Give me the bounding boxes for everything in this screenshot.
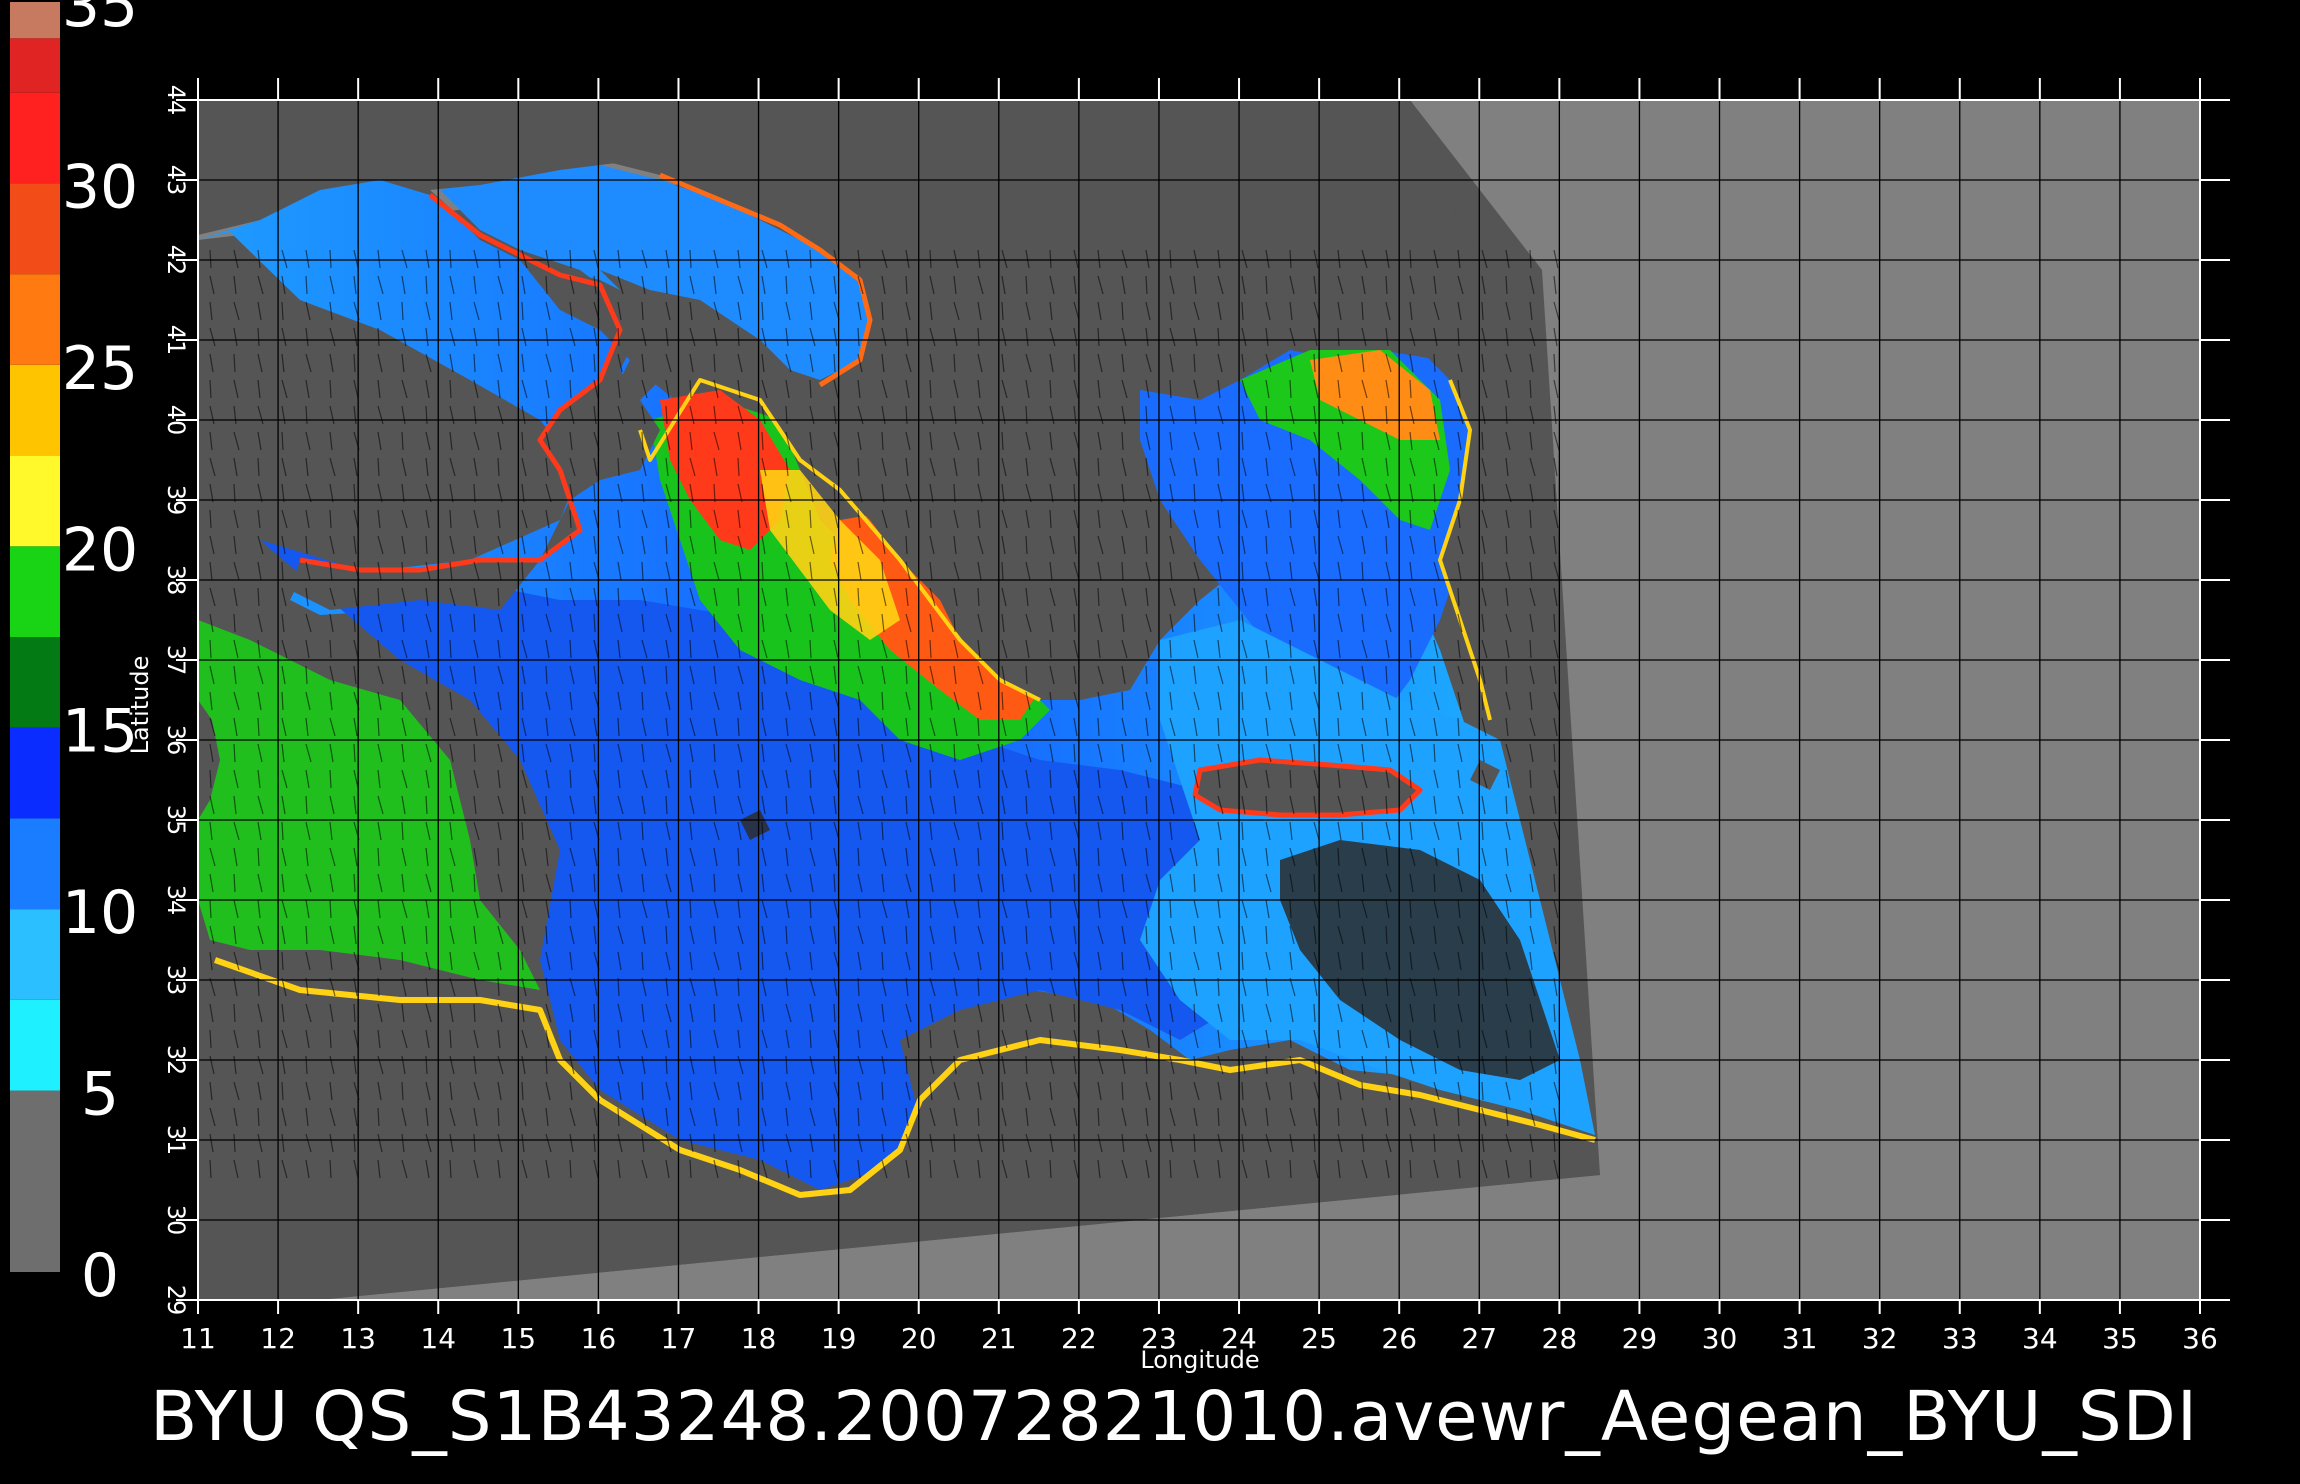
colorbar-segment bbox=[10, 999, 60, 1091]
footer-title: BYU QS_S1B43248.20072821010.avewr_Aegean… bbox=[150, 1377, 2199, 1457]
longitude-tick-label: 16 bbox=[581, 1322, 617, 1355]
longitude-tick-label: 18 bbox=[741, 1322, 777, 1355]
longitude-tick-label: 31 bbox=[1782, 1322, 1818, 1355]
latitude-tick-label: 38 bbox=[162, 565, 190, 596]
colorbar-tick-label: 10 bbox=[62, 878, 138, 948]
latitude-tick-label: 39 bbox=[162, 485, 190, 516]
longitude-tick-label: 19 bbox=[821, 1322, 857, 1355]
longitude-tick-label: 30 bbox=[1702, 1322, 1738, 1355]
wind-map-svg: 0 5 10 15 20 25 30 35 11 12 13 14 15 16 17 18 1… bbox=[10, 0, 2230, 1374]
colorbar-tick-label: 35 bbox=[62, 0, 138, 41]
colorbar-segment bbox=[10, 546, 60, 637]
longitude-tick-label: 36 bbox=[2182, 1322, 2218, 1355]
longitude-tick-label: 15 bbox=[500, 1322, 536, 1355]
latitude-tick-label: 35 bbox=[162, 805, 190, 836]
colorbar-segment bbox=[10, 637, 60, 728]
longitude-tick-label: 34 bbox=[2022, 1322, 2058, 1355]
latitude-tick-label: 31 bbox=[162, 1125, 190, 1156]
map-figure: 0 5 10 15 20 25 30 35 11 12 13 14 15 16 … bbox=[0, 0, 2300, 1480]
colorbar-segment bbox=[10, 92, 60, 184]
latitude-tick-label: 41 bbox=[162, 325, 190, 356]
longitude-tick-label: 25 bbox=[1301, 1322, 1337, 1355]
colorbar-tick-label: 25 bbox=[62, 334, 138, 404]
latitude-tick-label: 42 bbox=[162, 245, 190, 276]
longitude-tick-label: 21 bbox=[981, 1322, 1017, 1355]
colorbar: 05101520253035 bbox=[10, 0, 138, 1311]
colorbar-tick-label: 30 bbox=[62, 152, 138, 222]
colorbar-segment bbox=[10, 38, 60, 93]
colorbar-segment bbox=[10, 909, 60, 1000]
colorbar-segment bbox=[10, 727, 60, 819]
latitude-tick-label: 32 bbox=[162, 1045, 190, 1076]
longitude-tick-label: 11 bbox=[180, 1322, 216, 1355]
longitude-tick-label: 35 bbox=[2102, 1322, 2138, 1355]
colorbar-tick-label: 5 bbox=[81, 1060, 119, 1130]
longitude-tick-label: 29 bbox=[1622, 1322, 1658, 1355]
colorbar-segment bbox=[10, 455, 60, 547]
latitude-tick-label: 30 bbox=[162, 1205, 190, 1236]
y-axis-label: Latitude bbox=[126, 656, 154, 755]
latitude-tick-label: 34 bbox=[162, 885, 190, 916]
longitude-tick-label: 14 bbox=[420, 1322, 456, 1355]
colorbar-segment bbox=[10, 1090, 60, 1272]
longitude-tick-label: 28 bbox=[1542, 1322, 1578, 1355]
latitude-tick-label: 43 bbox=[162, 165, 190, 196]
longitude-tick-label: 12 bbox=[260, 1322, 296, 1355]
colorbar-segment bbox=[10, 2, 60, 39]
colorbar-segment bbox=[10, 274, 60, 365]
longitude-tick-label: 33 bbox=[1942, 1322, 1978, 1355]
colorbar-segment bbox=[10, 364, 60, 456]
longitude-tick-label: 20 bbox=[901, 1322, 937, 1355]
longitude-tick-label: 22 bbox=[1061, 1322, 1097, 1355]
longitude-tick-label: 27 bbox=[1461, 1322, 1497, 1355]
latitude-tick-label: 44 bbox=[162, 85, 190, 116]
plot-area bbox=[198, 100, 2200, 1300]
latitude-tick-labels: 29 30 31 32 33 34 35 36 37 38 39 40 41 42 43 44 bbox=[162, 85, 190, 1316]
colorbar-tick-label: 0 bbox=[81, 1241, 119, 1311]
latitude-tick-label: 29 bbox=[162, 1285, 190, 1316]
latitude-tick-label: 33 bbox=[162, 965, 190, 996]
longitude-tick-label: 13 bbox=[340, 1322, 376, 1355]
latitude-tick-label: 40 bbox=[162, 405, 190, 436]
longitude-tick-label: 26 bbox=[1381, 1322, 1417, 1355]
longitude-tick-label: 32 bbox=[1862, 1322, 1898, 1355]
colorbar-tick-label: 20 bbox=[62, 515, 138, 585]
latitude-tick-label: 37 bbox=[162, 645, 190, 676]
latitude-tick-label: 36 bbox=[162, 725, 190, 756]
longitude-tick-label: 17 bbox=[661, 1322, 697, 1355]
colorbar-segment bbox=[10, 183, 60, 275]
colorbar-segment bbox=[10, 818, 60, 910]
